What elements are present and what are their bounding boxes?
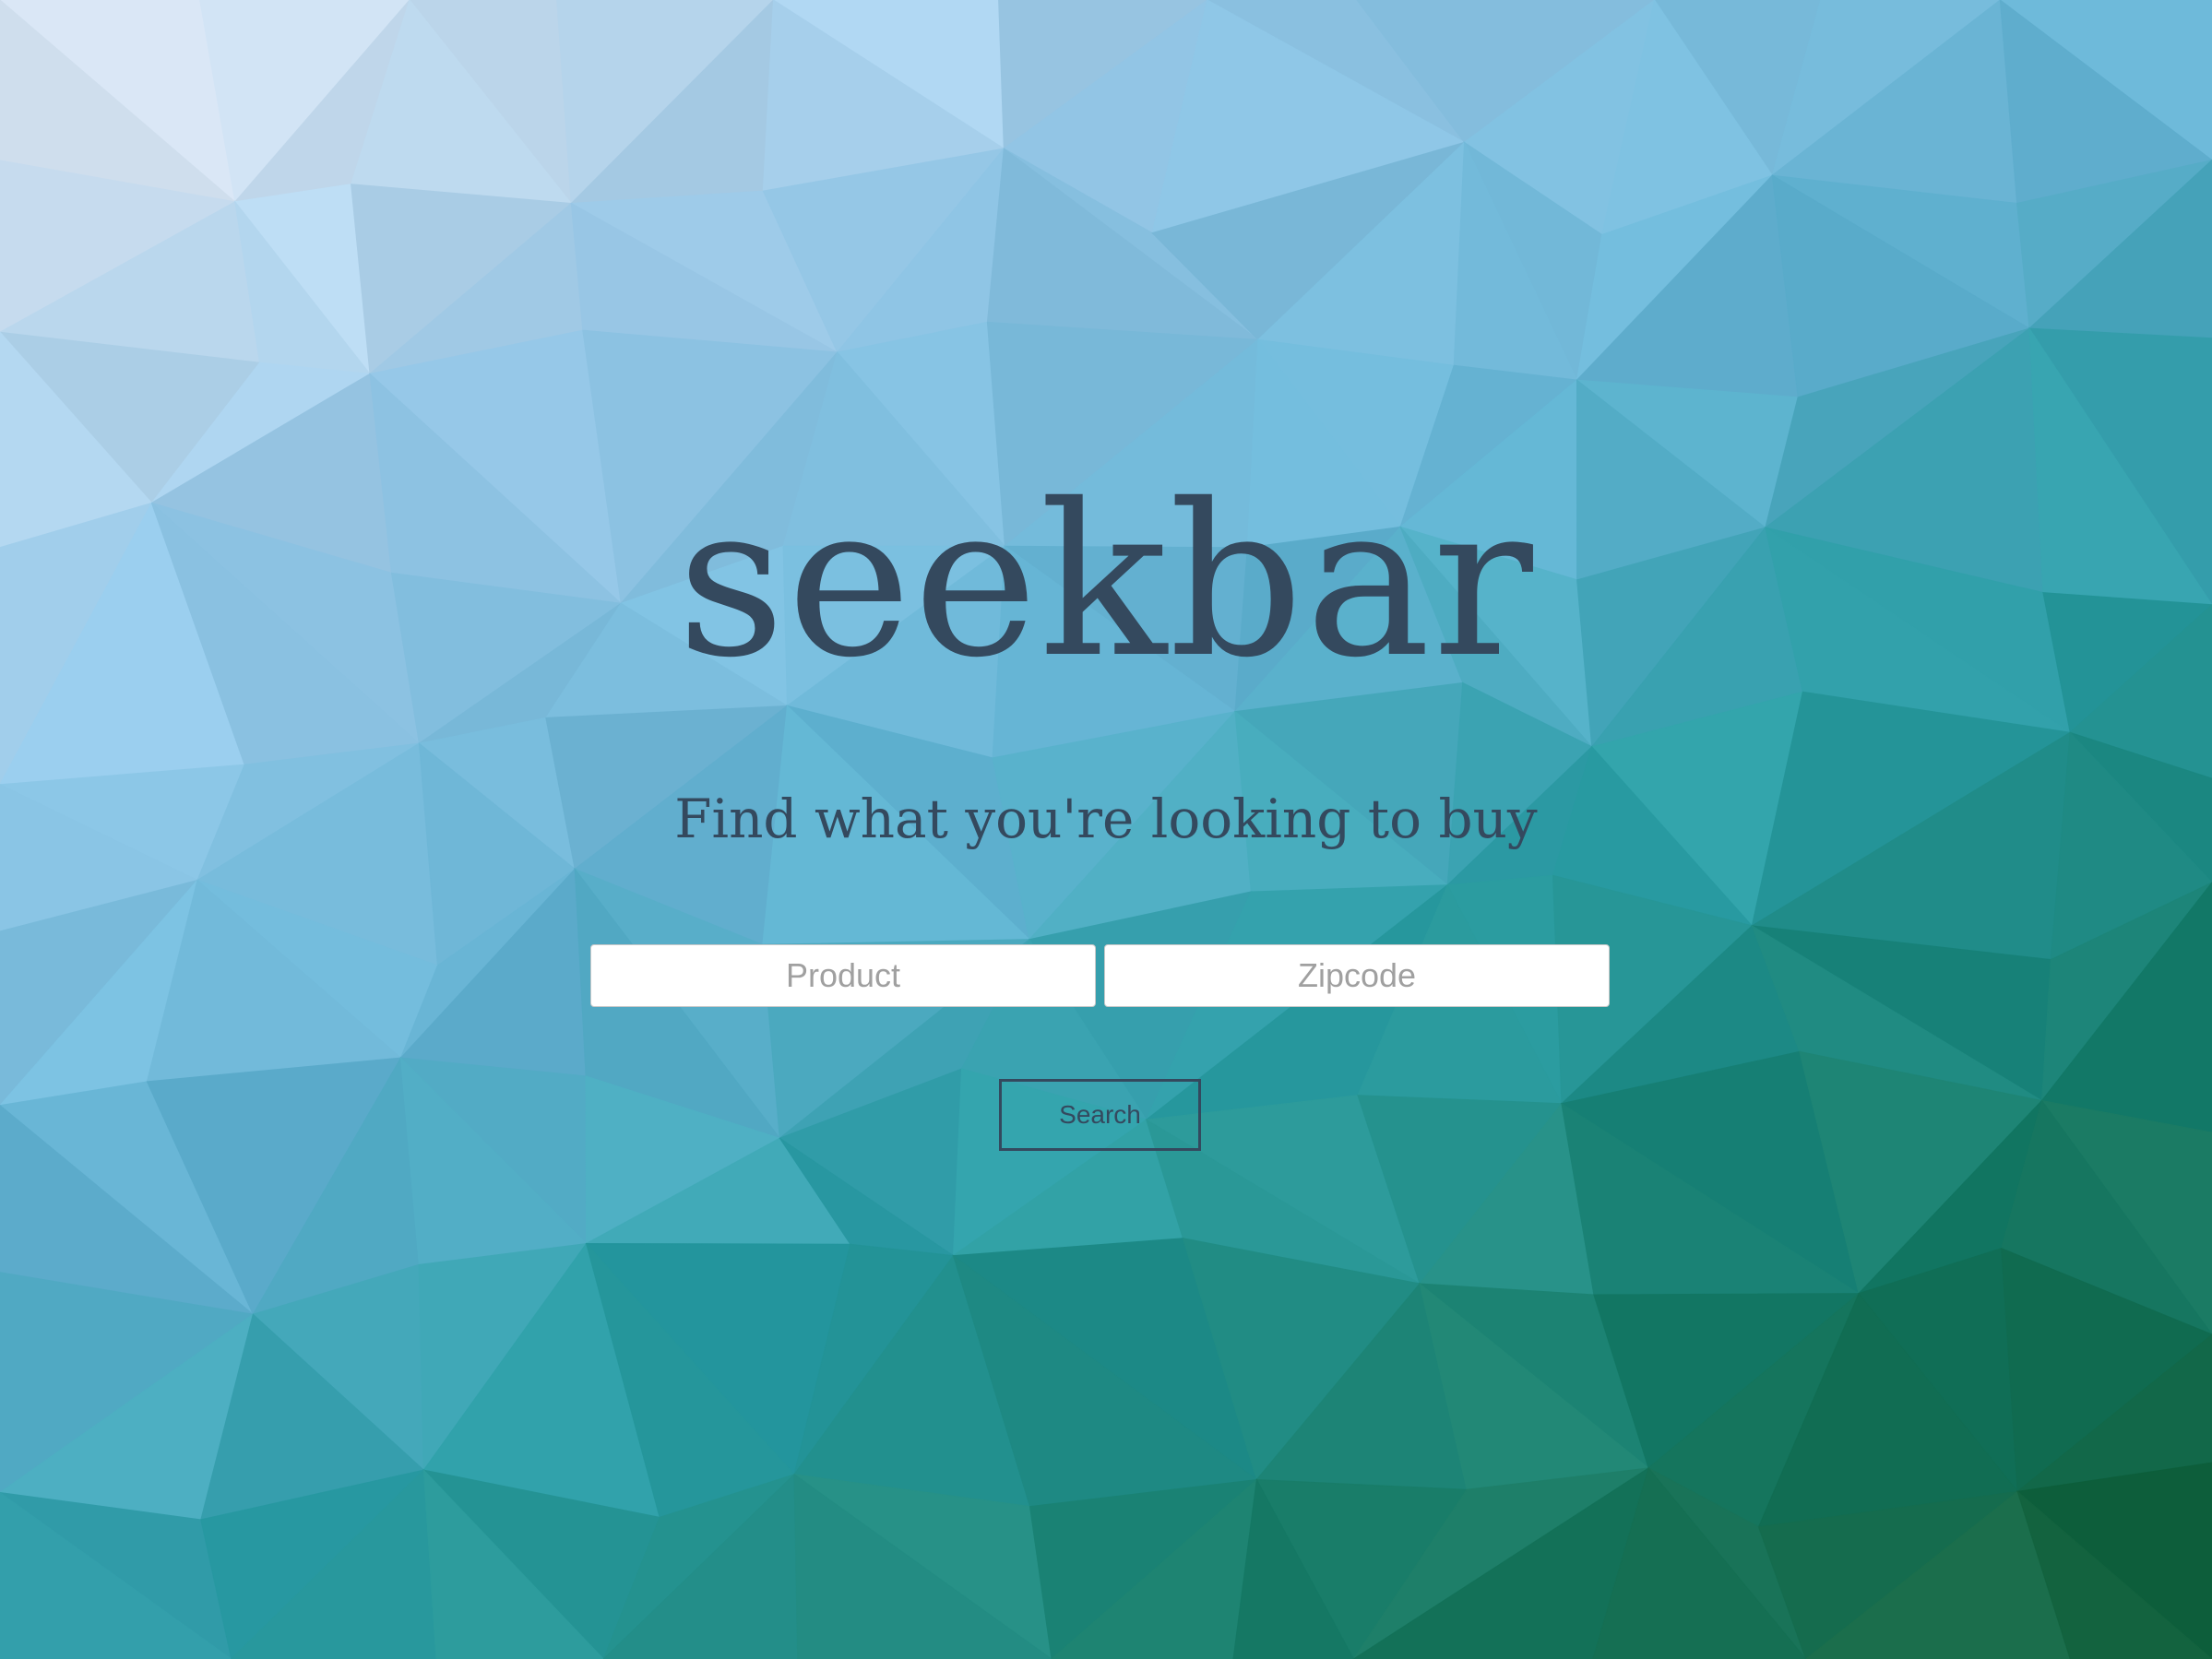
zipcode-input[interactable] (1104, 944, 1610, 1007)
tagline: Find what you're looking to buy (674, 788, 1538, 850)
product-input[interactable] (590, 944, 1096, 1007)
search-button[interactable]: Search (999, 1079, 1201, 1151)
logo-text: seekbar (677, 458, 1535, 704)
hero: seekbar Find what you're looking to buy … (0, 0, 2212, 1659)
